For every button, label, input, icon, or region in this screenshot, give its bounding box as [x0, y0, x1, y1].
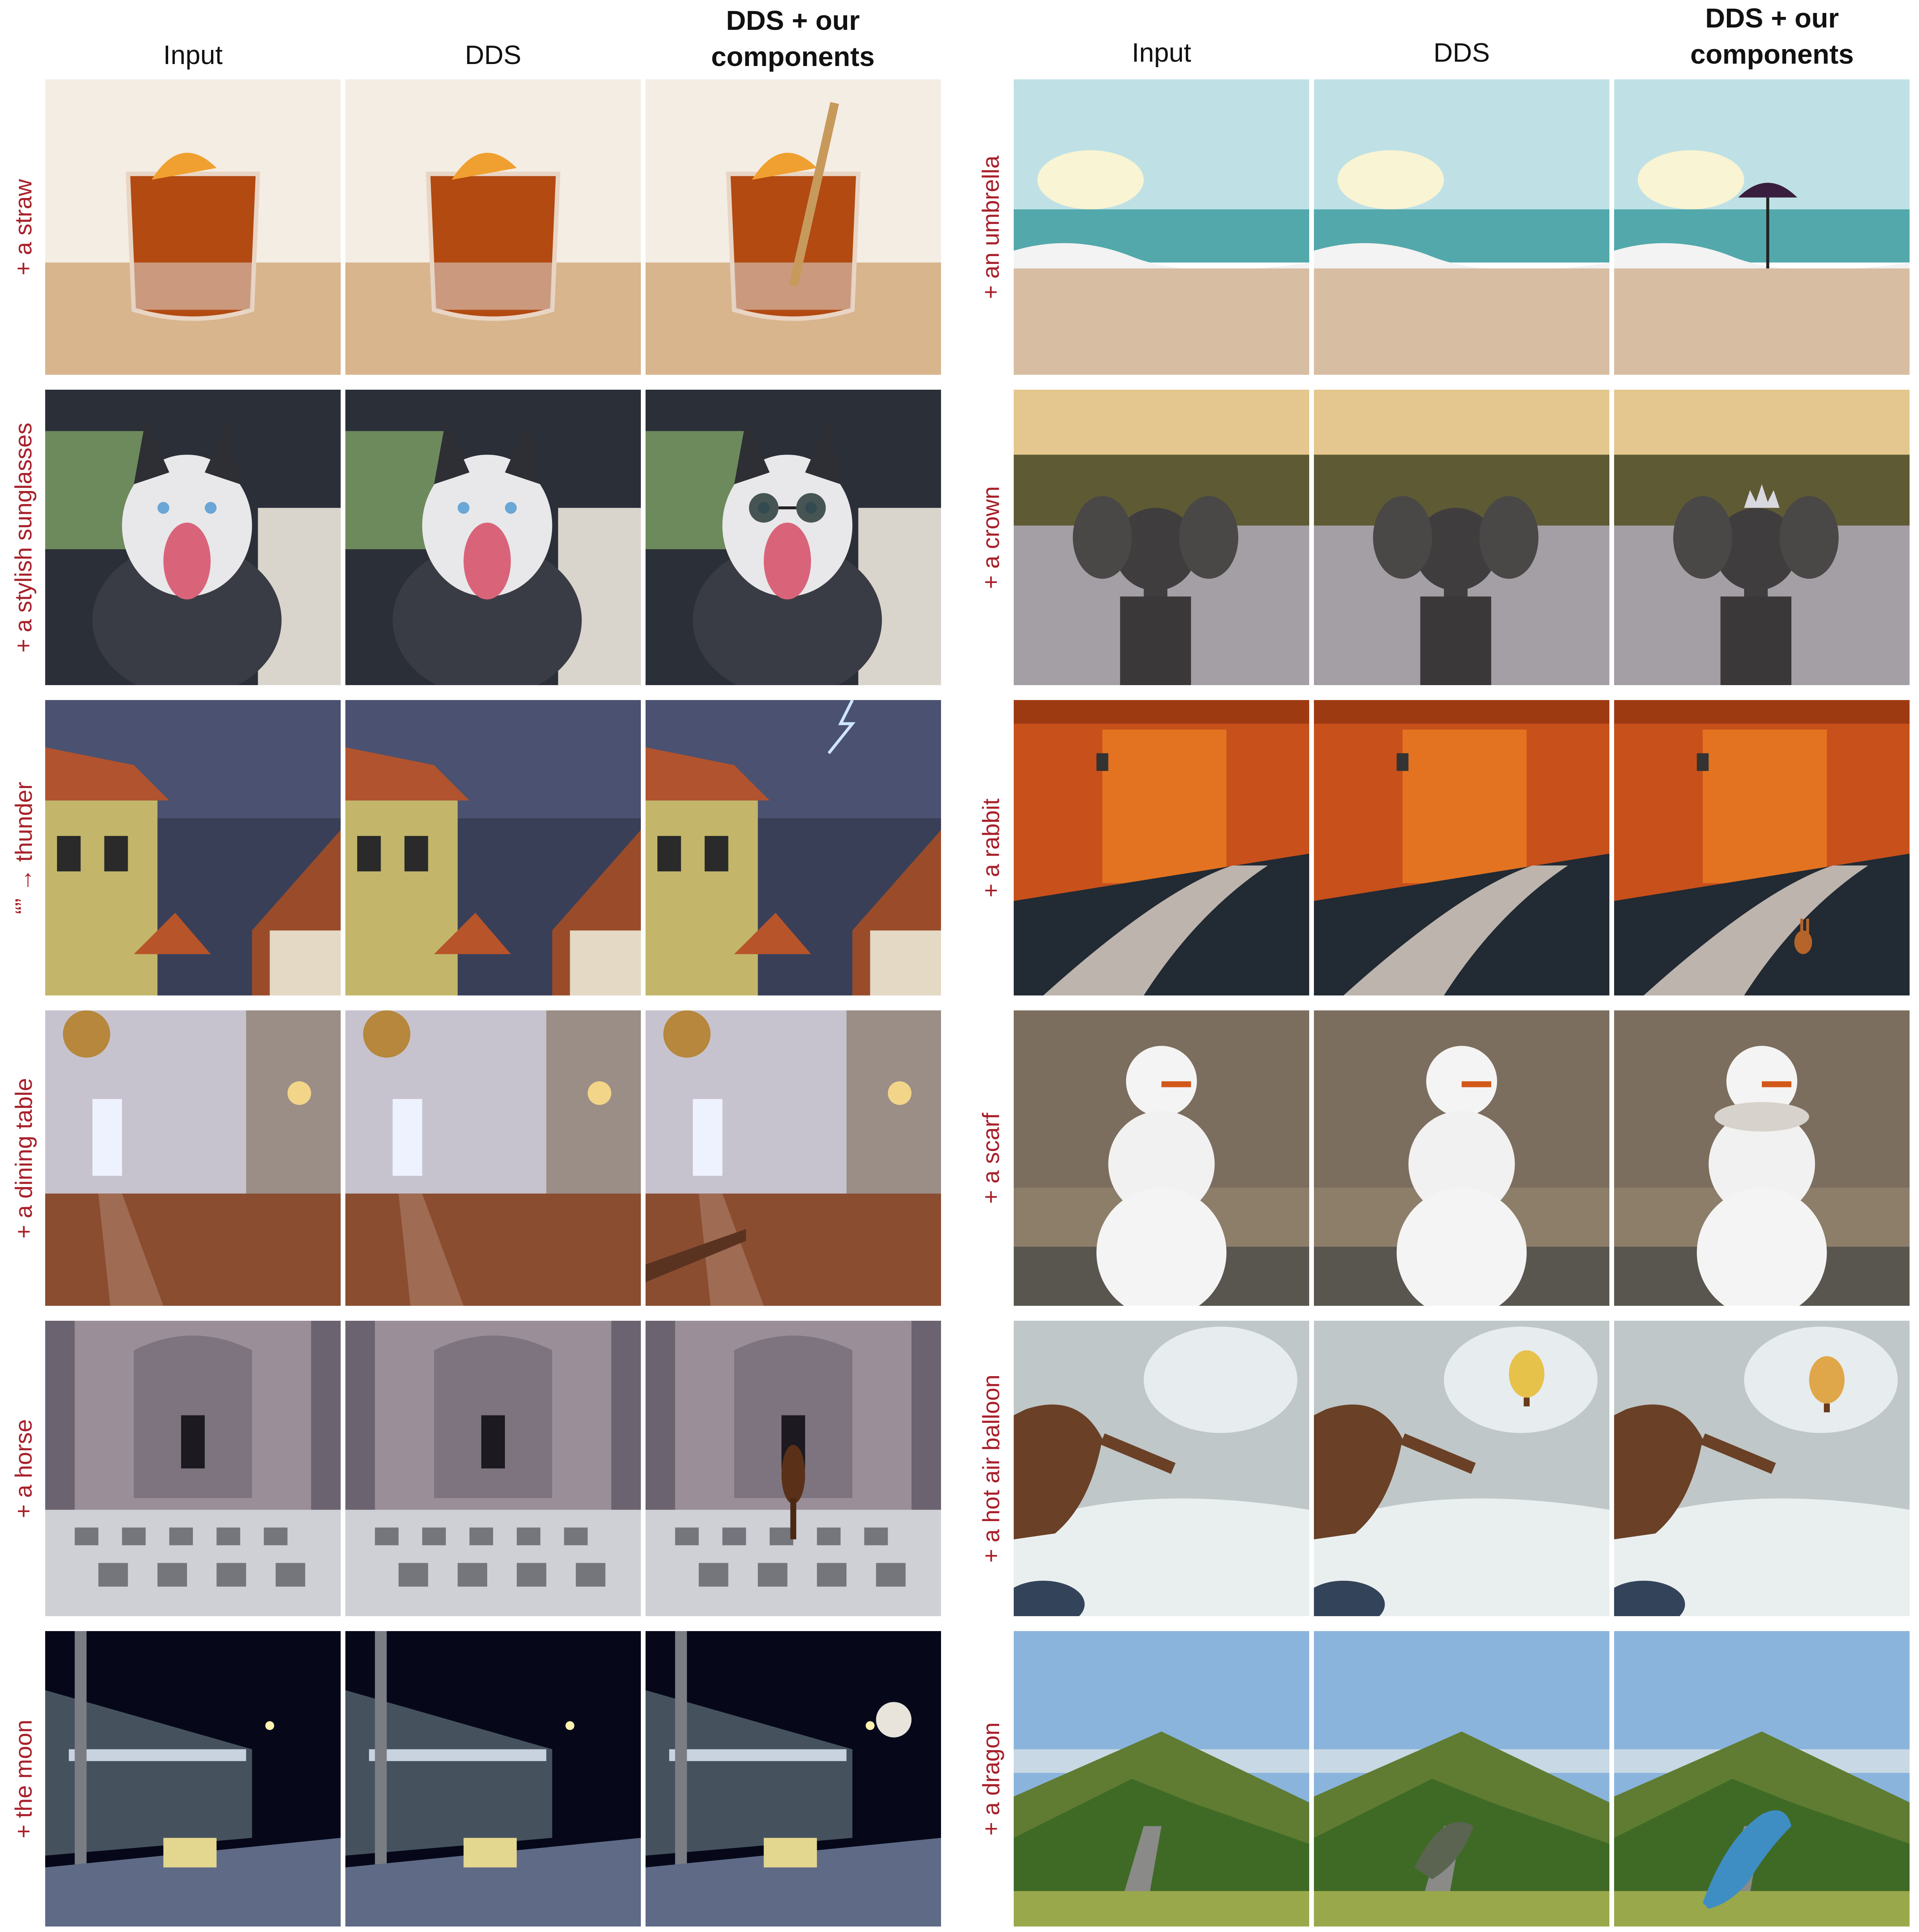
row-label-left-2: + a stylish sunglasses: [10, 422, 37, 653]
row-label-right-4: + a scarf: [978, 1113, 1004, 1204]
image-sunglasses-input: [45, 390, 341, 685]
image-balloon-ours: [1614, 1321, 1910, 1616]
image-horse-ours: [646, 1321, 941, 1616]
image-crown-dds: [1314, 390, 1609, 685]
image-umbrella-ours: [1614, 79, 1910, 375]
image-horse-dds: [345, 1321, 641, 1616]
image-straw-input: [45, 79, 341, 375]
row-label-right-6: + a dragon: [978, 1722, 1004, 1836]
image-dragon-input: [1014, 1631, 1309, 1927]
header-dds-left: DDS: [465, 40, 521, 70]
image-straw-dds: [345, 79, 641, 375]
image-dragon-ours: [1614, 1631, 1910, 1927]
image-rabbit-input: [1014, 700, 1309, 995]
image-thunder-dds: [345, 700, 641, 995]
image-sunglasses-ours: [646, 390, 941, 685]
row-label-right-5: + a hot air balloon: [978, 1374, 1004, 1563]
header-ours-left: DDS + our components: [711, 5, 875, 72]
header-dds-right: DDS: [1433, 38, 1490, 68]
image-sunglasses-dds: [345, 390, 641, 685]
image-scarf-ours: [1614, 1010, 1910, 1306]
row-label-left-4: + a dining table: [10, 1078, 37, 1239]
image-balloon-input: [1014, 1321, 1309, 1616]
row-label-right-3: + a rabbit: [978, 798, 1004, 897]
image-moon-dds: [345, 1631, 641, 1927]
image-moon-input: [45, 1631, 341, 1927]
row-label-left-6: + the moon: [10, 1719, 37, 1838]
image-moon-ours: [646, 1631, 941, 1927]
image-rabbit-ours: [1614, 700, 1910, 995]
image-table-dds: [345, 1010, 641, 1306]
row-label-left-1: + a straw: [10, 179, 37, 275]
image-crown-ours: [1614, 390, 1910, 685]
image-scarf-dds: [1314, 1010, 1609, 1306]
image-table-input: [45, 1010, 341, 1306]
image-umbrella-input: [1014, 79, 1309, 375]
row-label-right-2: + a crown: [978, 486, 1004, 589]
image-balloon-dds: [1314, 1321, 1609, 1616]
image-scarf-input: [1014, 1010, 1309, 1306]
header-input-right: Input: [1132, 38, 1191, 68]
header-input-left: Input: [163, 40, 223, 70]
image-table-ours: [646, 1010, 941, 1306]
image-horse-input: [45, 1321, 341, 1616]
row-label-left-5: + a horse: [10, 1419, 37, 1518]
image-crown-input: [1014, 390, 1309, 685]
row-label-left-3: “” → thunder: [10, 781, 37, 914]
header-ours-right: DDS + our components: [1690, 3, 1854, 70]
image-thunder-input: [45, 700, 341, 995]
image-umbrella-dds: [1314, 79, 1609, 375]
image-rabbit-dds: [1314, 700, 1609, 995]
image-thunder-ours: [646, 700, 941, 995]
image-straw-ours: [646, 79, 941, 375]
row-label-right-1: + an umbrella: [978, 155, 1004, 299]
image-dragon-dds: [1314, 1631, 1609, 1927]
